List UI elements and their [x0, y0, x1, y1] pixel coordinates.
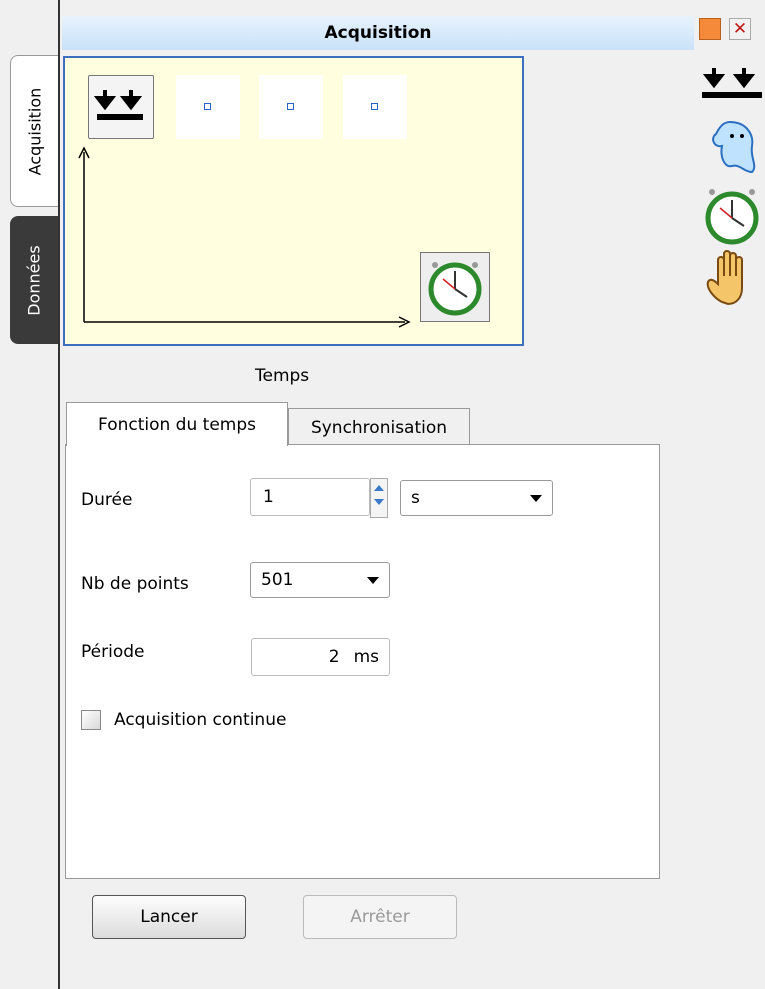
hand-tool[interactable] — [700, 248, 764, 308]
axes — [78, 146, 411, 328]
chevron-down-icon — [530, 494, 542, 502]
arreter-label: Arrêter — [350, 907, 410, 927]
periode-field[interactable]: 2 ms — [251, 638, 390, 676]
duree-input[interactable]: 1 — [250, 478, 370, 516]
trigger-icon — [93, 90, 143, 120]
arreter-button[interactable]: Arrêter — [303, 895, 457, 939]
lancer-button[interactable]: Lancer — [92, 895, 246, 939]
close-button[interactable]: ✕ — [729, 18, 751, 40]
lancer-label: Lancer — [140, 907, 198, 927]
acquisition-continue-label: Acquisition continue — [114, 710, 287, 730]
acquisition-canvas[interactable] — [63, 56, 524, 346]
slot-marker — [204, 103, 211, 110]
periode-unit: ms — [353, 647, 379, 667]
stopwatch-icon — [428, 262, 482, 316]
time-tool[interactable] — [700, 184, 764, 248]
time-axis-label: Temps — [255, 366, 310, 386]
side-tab-donnees[interactable]: Données — [10, 216, 58, 344]
trigger-button[interactable] — [88, 75, 154, 139]
minimize-button[interactable] — [699, 18, 721, 40]
tab-synchronisation[interactable]: Synchronisation — [288, 408, 470, 446]
duree-value: 1 — [263, 487, 274, 507]
side-tab-acquisition[interactable]: Acquisition — [10, 55, 58, 207]
chevron-down-icon — [367, 576, 379, 584]
duree-label: Durée — [81, 490, 133, 510]
periode-value: 2 — [328, 647, 340, 667]
channel-slot-3[interactable] — [343, 75, 407, 139]
channel-slot-2[interactable] — [259, 75, 323, 139]
periode-label: Période — [81, 642, 145, 662]
slot-marker — [371, 103, 378, 110]
ghost-icon — [712, 120, 756, 174]
duree-spinner[interactable] — [370, 478, 388, 518]
tab-label: Fonction du temps — [98, 414, 256, 435]
hand-icon — [706, 250, 743, 306]
duree-unit-select[interactable]: s — [400, 480, 553, 516]
acquisition-continue-checkbox[interactable] — [81, 710, 101, 730]
time-axis-button[interactable] — [420, 252, 490, 322]
close-icon: ✕ — [732, 19, 748, 39]
duree-unit-value: s — [411, 488, 420, 508]
side-tab-acquisition-label: Acquisition — [25, 87, 45, 175]
stopwatch-icon — [705, 189, 759, 245]
tab-label: Synchronisation — [310, 417, 448, 438]
window-title: Acquisition — [324, 23, 432, 43]
nb-points-select[interactable]: 501 — [250, 562, 390, 598]
window-title-bar: Acquisition — [62, 16, 694, 50]
ghost-tool[interactable] — [700, 116, 764, 174]
spinner-down-icon[interactable] — [374, 499, 384, 505]
trigger-tool[interactable] — [700, 62, 764, 118]
tab-fonction-du-temps[interactable]: Fonction du temps — [66, 402, 288, 446]
channel-slot-1[interactable] — [176, 75, 240, 139]
nb-points-value: 501 — [261, 570, 294, 590]
nb-points-label: Nb de points — [81, 574, 189, 594]
trigger-icon — [702, 68, 762, 98]
spinner-up-icon[interactable] — [374, 485, 384, 491]
side-tab-donnees-label: Données — [24, 244, 44, 316]
slot-marker — [287, 103, 294, 110]
